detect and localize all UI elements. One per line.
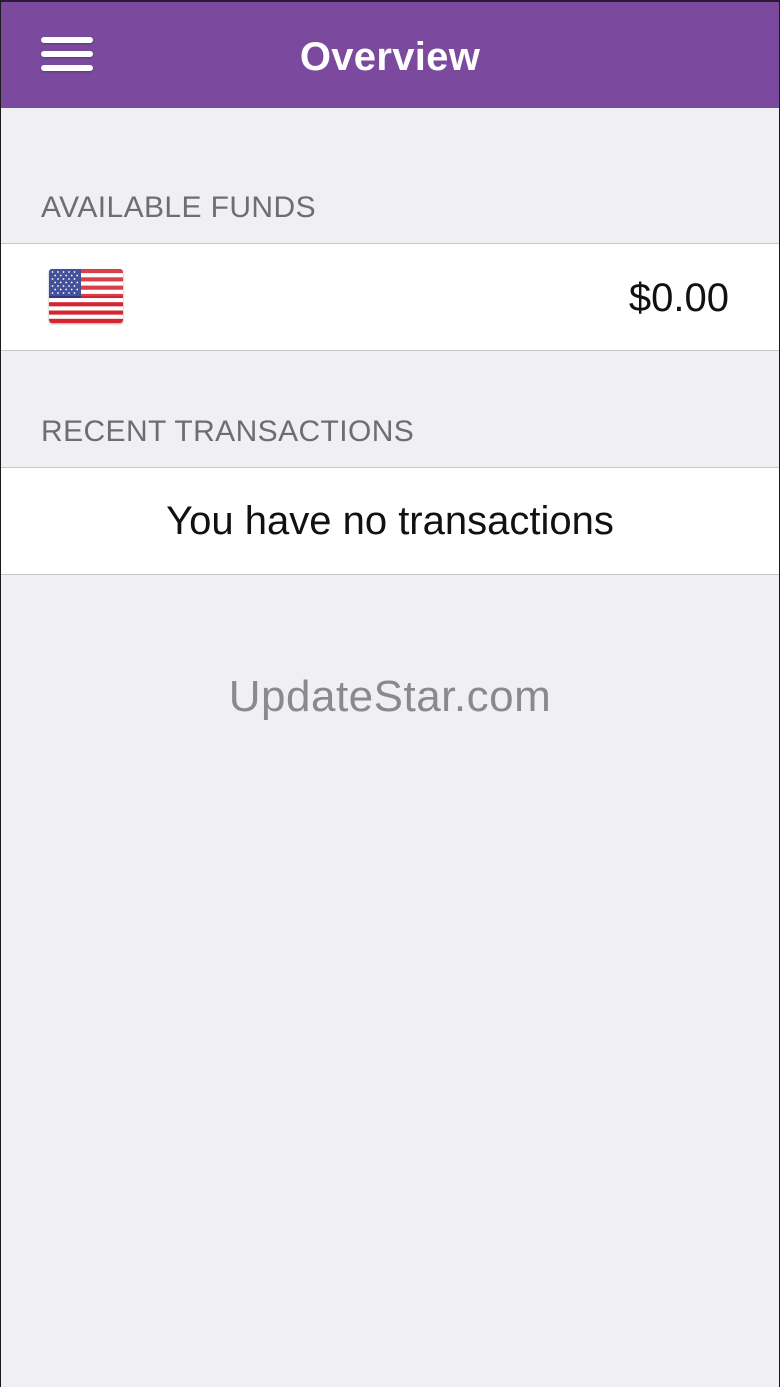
funds-balance-row[interactable]: $0.00	[1, 243, 779, 351]
recent-transactions-header: RECENT TRANSACTIONS	[41, 415, 415, 448]
no-transactions-message: You have no transactions	[166, 499, 614, 543]
overview-screen: Overview AVAILABLE FUNDS $0.00 RECENT TR…	[0, 0, 780, 1387]
available-funds-header: AVAILABLE FUNDS	[41, 191, 316, 224]
navigation-bar: Overview	[1, 0, 779, 108]
transactions-empty-row: You have no transactions	[1, 467, 779, 575]
watermark-text: UpdateStar.com	[228, 672, 552, 721]
page-title: Overview	[299, 35, 481, 79]
balance-amount: $0.00	[628, 276, 729, 320]
us-flag-icon	[49, 269, 123, 323]
